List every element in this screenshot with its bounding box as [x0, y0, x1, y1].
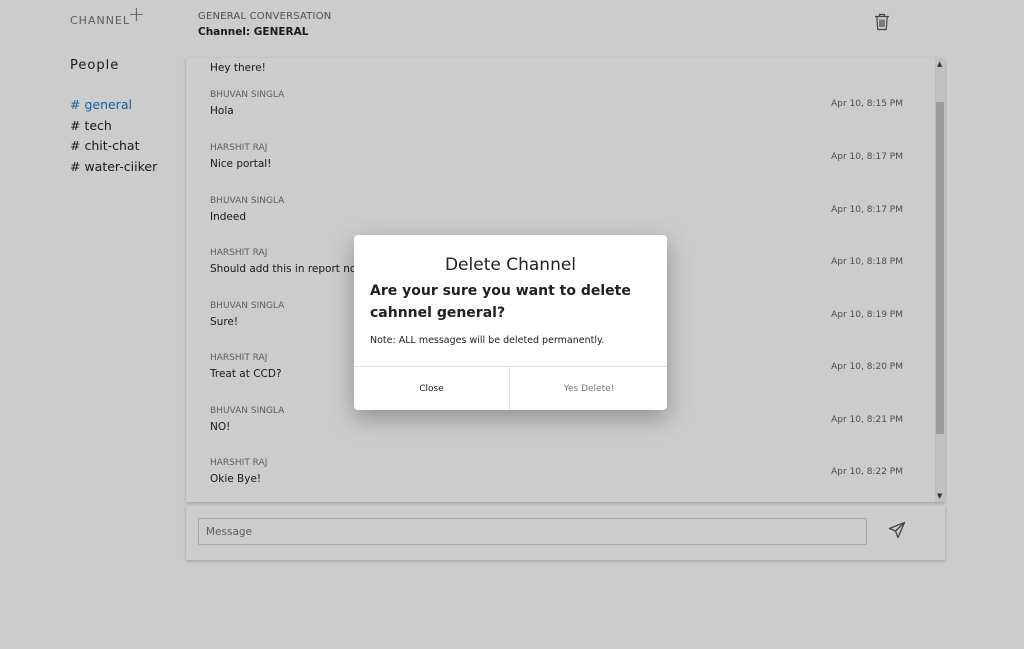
dialog-question: Are your sure you want to delete cahnnel…: [370, 283, 631, 321]
dialog-note: Note: ALL messages will be deleted perma…: [370, 335, 605, 346]
dialog-actions: Close Yes Delete!: [354, 366, 667, 410]
delete-channel-dialog: Delete Channel Are your sure you want to…: [354, 235, 667, 410]
confirm-delete-button[interactable]: Yes Delete!: [511, 367, 667, 410]
close-button[interactable]: Close: [354, 367, 510, 410]
dialog-title: Delete Channel: [444, 255, 577, 275]
